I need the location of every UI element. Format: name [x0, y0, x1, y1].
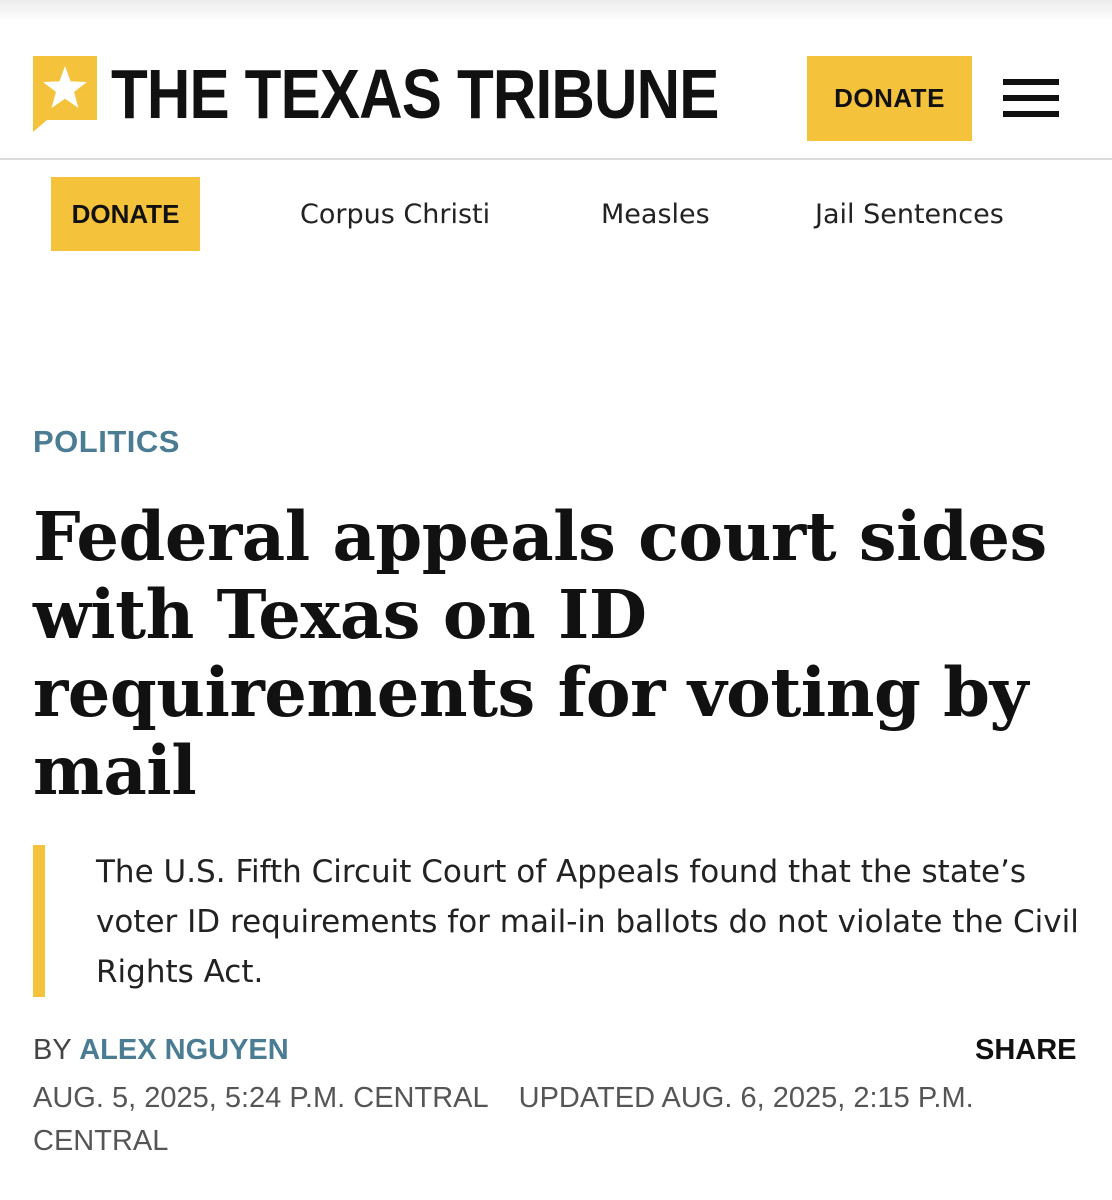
topic-nav: DONATE Corpus Christi Measles Jail Sente…	[0, 160, 1112, 270]
logo-wordmark: THE TEXAS TRIBUNE	[111, 55, 719, 133]
summary-accent-bar	[33, 845, 45, 997]
hamburger-menu-icon[interactable]	[1003, 77, 1061, 119]
nav-link-jail-sentences[interactable]: Jail Sentences	[815, 177, 1004, 251]
nav-donate-button[interactable]: DONATE	[51, 177, 200, 251]
nav-link-corpus-christi[interactable]: Corpus Christi	[300, 177, 490, 251]
byline-prefix: BY	[33, 1034, 72, 1066]
header-donate-button[interactable]: DONATE	[807, 56, 972, 141]
share-button[interactable]: SHARE	[975, 1034, 1077, 1067]
byline: BY ALEX NGUYEN	[33, 1034, 289, 1067]
summary-text: The U.S. Fifth Circuit Court of Appeals …	[96, 854, 1079, 990]
article-headline: Federal appeals court sides with Texas o…	[33, 497, 1047, 810]
site-logo[interactable]: THE TEXAS TRIBUNE	[33, 56, 817, 132]
author-link[interactable]: ALEX NGUYEN	[79, 1034, 288, 1066]
article-category[interactable]: POLITICS	[33, 424, 180, 460]
dateline: AUG. 5, 2025, 5:24 P.M. CENTRAL UPDATED A…	[33, 1077, 993, 1163]
site-header: THE TEXAS TRIBUNE DONATE	[0, 0, 1112, 160]
nav-link-measles[interactable]: Measles	[601, 177, 710, 251]
star-speech-bubble-icon	[33, 56, 97, 132]
article-summary: The U.S. Fifth Circuit Court of Appeals …	[33, 845, 1083, 997]
published-date: AUG. 5, 2025, 5:24 P.M. CENTRAL	[33, 1082, 489, 1114]
